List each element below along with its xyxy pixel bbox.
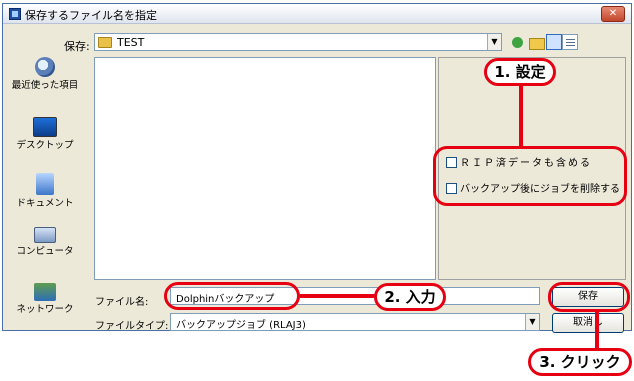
step-2-label: 2. 入力: [374, 283, 446, 311]
file-name-highlight: [164, 282, 300, 310]
folder-icon: [98, 37, 112, 48]
network-icon: [34, 283, 56, 301]
place-label: ドキュメント: [16, 198, 74, 209]
place-documents[interactable]: ドキュメント: [6, 173, 84, 209]
callout-connector: [595, 312, 599, 350]
close-button[interactable]: ✕: [601, 6, 625, 22]
look-in-dropdown[interactable]: TEST ▼: [94, 33, 502, 51]
app-icon: [9, 8, 21, 20]
step-1-label: 1. 設定: [484, 58, 556, 86]
file-name-label: ファイル名:: [95, 297, 149, 308]
look-in-label: 保存:: [64, 40, 90, 53]
place-label: ネットワーク: [16, 304, 74, 315]
new-folder-icon[interactable]: [546, 34, 562, 50]
place-computer[interactable]: コンピュータ: [6, 227, 84, 257]
file-type-label: ファイルタイプ:: [95, 321, 169, 332]
options-highlight: [433, 146, 627, 206]
file-type-select[interactable]: バックアップジョブ (RLAJ3) ▼: [170, 313, 540, 331]
save-button-highlight: [548, 282, 630, 312]
chevron-down-icon[interactable]: ▼: [487, 34, 501, 50]
look-in-value: TEST: [117, 36, 145, 49]
cancel-button[interactable]: 取消し: [552, 313, 624, 333]
step-3-label: 3. クリック: [528, 348, 632, 376]
file-list[interactable]: [94, 57, 436, 280]
chevron-down-icon[interactable]: ▼: [525, 314, 539, 330]
dialog-title: 保存するファイル名を指定: [25, 9, 157, 22]
desktop-icon: [33, 117, 57, 137]
file-type-value: バックアップジョブ (RLAJ3): [176, 320, 306, 331]
computer-icon: [34, 227, 56, 243]
place-label: 最近使った項目: [11, 80, 79, 91]
place-label: コンピュータ: [16, 246, 74, 257]
place-desktop[interactable]: デスクトップ: [6, 117, 84, 151]
places-bar: 最近使った項目 デスクトップ ドキュメント コンピュータ ネットワーク: [6, 55, 84, 315]
place-recent[interactable]: 最近使った項目: [6, 57, 84, 91]
view-menu-icon[interactable]: [562, 34, 578, 50]
place-network[interactable]: ネットワーク: [6, 283, 84, 315]
title-bar: 保存するファイル名を指定 ✕: [3, 4, 631, 24]
callout-connector: [519, 81, 523, 147]
recent-places-icon: [35, 57, 55, 77]
documents-icon: [36, 173, 54, 195]
up-folder-icon[interactable]: [528, 34, 545, 50]
callout-connector: [300, 294, 376, 298]
back-icon[interactable]: [510, 34, 526, 50]
place-label: デスクトップ: [16, 140, 74, 151]
